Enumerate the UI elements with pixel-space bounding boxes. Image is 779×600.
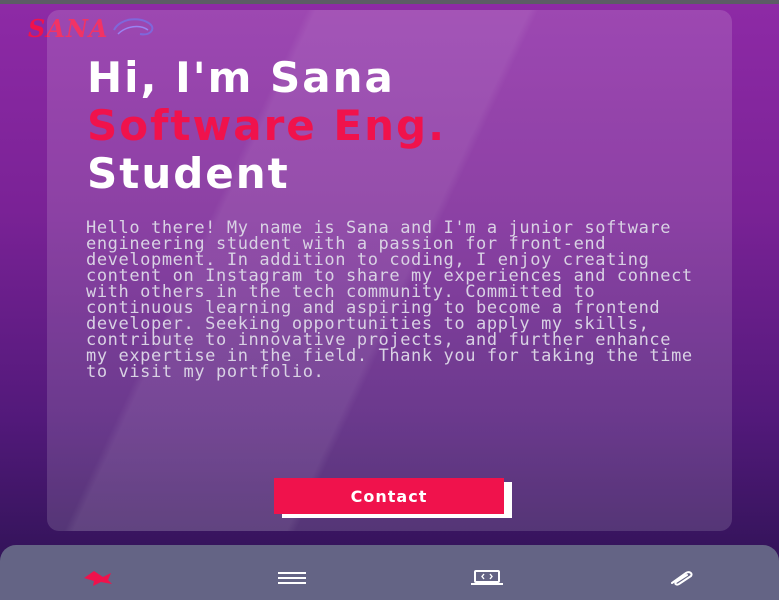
menu-icon [278, 572, 306, 584]
nav-menu-button[interactable] [274, 565, 310, 591]
home-icon [84, 571, 112, 586]
nav-links-button[interactable] [664, 565, 700, 591]
nav-home-button[interactable] [80, 565, 116, 591]
paperclip-icon [671, 571, 693, 586]
role-text: Software Eng. [87, 101, 447, 150]
contact-button-wrap: Contact [274, 478, 514, 524]
role-suffix-text: Student [87, 149, 290, 198]
contact-button[interactable]: Contact [274, 478, 504, 514]
nav-projects-button[interactable] [469, 565, 505, 591]
hero-card: Hi, I'm Sana Software Eng. Student Hello… [47, 10, 732, 531]
hero-headline: Hi, I'm Sana Software Eng. Student [87, 54, 446, 198]
top-strip [0, 0, 779, 4]
bio-paragraph: Hello there! My name is Sana and I'm a j… [86, 218, 693, 382]
bottom-nav [0, 545, 779, 600]
greeting-text: Hi, I'm Sana [87, 53, 395, 102]
laptop-code-icon [471, 570, 503, 585]
